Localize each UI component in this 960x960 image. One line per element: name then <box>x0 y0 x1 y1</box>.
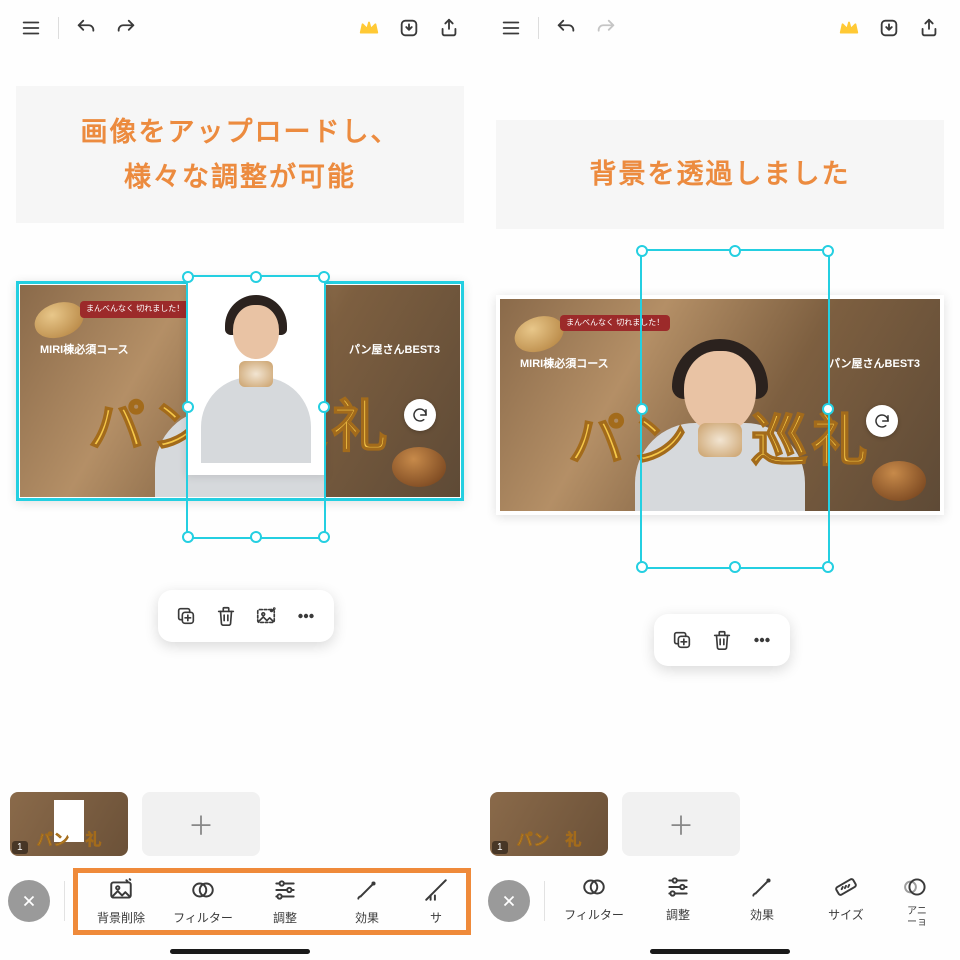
more-button[interactable] <box>288 598 324 634</box>
canvas-area[interactable]: まんべんなく 切れました！ MIRI棟必須コース パン屋さんBEST3 パン 巡… <box>496 255 944 555</box>
duplicate-button[interactable] <box>664 622 700 658</box>
topbar <box>0 0 480 56</box>
duplicate-button[interactable] <box>168 598 204 634</box>
menu-icon[interactable] <box>14 11 48 45</box>
selection-frame[interactable] <box>640 249 830 569</box>
small-text-right: パン屋さんBEST3 <box>829 355 920 371</box>
separator <box>538 17 539 39</box>
separator <box>544 881 545 921</box>
crown-icon[interactable] <box>352 11 386 45</box>
canvas-area[interactable]: まんべんなく 切れました！ MIRI棟必須コース パン屋さんBEST3 パン 巡… <box>16 249 464 549</box>
tool-filter[interactable]: フィルター <box>162 877 244 926</box>
badge: まんべんなく 切れました！ <box>80 301 190 318</box>
caption-box: 画像をアップロードし、 様々な調整が可能 <box>16 86 464 223</box>
undo-icon[interactable] <box>69 11 103 45</box>
share-icon[interactable] <box>912 11 946 45</box>
small-text-right: パン屋さんBEST3 <box>349 341 440 357</box>
save-icon[interactable] <box>872 11 906 45</box>
caption-line1: 画像をアップロードし、 <box>30 110 450 155</box>
page-number: 1 <box>12 841 28 854</box>
more-button[interactable] <box>744 622 780 658</box>
replace-image-button[interactable] <box>248 598 284 634</box>
redo-icon[interactable] <box>109 11 143 45</box>
caption-line1: 背景を透過しました <box>510 152 930 197</box>
page-thumbnail[interactable]: パン 礼 1 <box>490 792 608 856</box>
tool-size[interactable]: サイズ <box>805 874 887 928</box>
small-text-left: MIRI棟必須コース <box>520 355 609 371</box>
trash-button[interactable] <box>704 622 740 658</box>
caption-box: 背景を透過しました <box>496 120 944 229</box>
tool-size-partial[interactable]: サ <box>408 877 464 926</box>
tools-highlight-frame: 背景削除 フィルター 調整 効果 サ <box>73 868 471 935</box>
page-thumbnail[interactable]: パン 礼 1 <box>10 792 128 856</box>
floating-toolbar <box>158 590 334 642</box>
home-indicator <box>650 949 790 954</box>
topbar <box>480 0 960 56</box>
save-icon[interactable] <box>392 11 426 45</box>
small-text-left: MIRI棟必須コース <box>40 341 129 357</box>
share-icon[interactable] <box>432 11 466 45</box>
bottom-toolbar: 背景削除 フィルター 調整 効果 サ <box>0 860 480 960</box>
tool-effect[interactable]: 効果 <box>721 874 803 928</box>
tool-adjust[interactable]: 調整 <box>244 877 326 926</box>
tool-animation-partial[interactable]: アニーョ <box>889 874 945 928</box>
trash-button[interactable] <box>208 598 244 634</box>
tool-effect[interactable]: 効果 <box>326 877 408 926</box>
close-button[interactable] <box>488 880 530 922</box>
floating-toolbar <box>654 614 790 666</box>
undo-icon[interactable] <box>549 11 583 45</box>
home-indicator <box>170 949 310 954</box>
separator <box>64 881 65 921</box>
redo-icon[interactable] <box>589 11 623 45</box>
tool-adjust[interactable]: 調整 <box>637 874 719 928</box>
pages-row: パン 礼 1 ＋ <box>480 788 960 860</box>
left-panel: 画像をアップロードし、 様々な調整が可能 まんべんなく 切れました！ MIRI棟… <box>0 0 480 960</box>
pages-row: パン 礼 1 ＋ <box>0 788 480 860</box>
menu-icon[interactable] <box>494 11 528 45</box>
rotate-handle[interactable] <box>404 399 436 431</box>
close-button[interactable] <box>8 880 50 922</box>
add-page-button[interactable]: ＋ <box>622 792 740 856</box>
page-number: 1 <box>492 841 508 854</box>
separator <box>58 17 59 39</box>
right-panel: 背景を透過しました まんべんなく 切れました！ MIRI棟必須コース パン屋さん… <box>480 0 960 960</box>
crown-icon[interactable] <box>832 11 866 45</box>
caption-line2: 様々な調整が可能 <box>30 155 450 200</box>
tool-bg-remove[interactable]: 背景削除 <box>80 877 162 926</box>
rotate-handle[interactable] <box>866 405 898 437</box>
add-page-button[interactable]: ＋ <box>142 792 260 856</box>
selection-frame[interactable] <box>186 275 326 539</box>
tool-filter[interactable]: フィルター <box>553 874 635 928</box>
bottom-toolbar: フィルター 調整 効果 サイズ アニーョ <box>480 860 960 960</box>
